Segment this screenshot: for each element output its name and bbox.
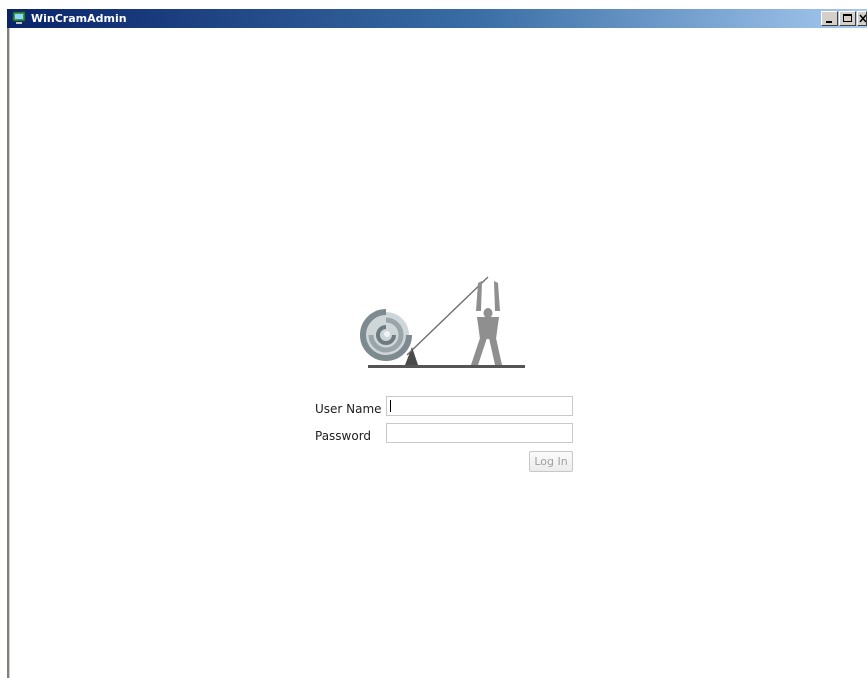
username-label: User Name [315, 402, 382, 416]
minimize-icon [826, 21, 832, 23]
password-field[interactable] [386, 423, 573, 443]
close-icon [859, 14, 866, 23]
lever-figure-logo [360, 276, 525, 368]
app-window: WinCramAdmin User Name Password Log In [0, 9, 867, 678]
password-label: Password [315, 429, 372, 443]
text-caret [390, 400, 391, 412]
title-bar[interactable]: WinCramAdmin [7, 9, 867, 28]
log-in-button[interactable]: Log In [529, 451, 573, 472]
window-left-border-highlight [9, 28, 10, 678]
maximize-button[interactable] [839, 11, 856, 26]
window-controls [821, 11, 867, 26]
close-button[interactable] [857, 11, 867, 26]
minimize-button[interactable] [821, 11, 838, 26]
maximize-icon [843, 14, 852, 22]
window-title: WinCramAdmin [31, 12, 127, 25]
app-icon [12, 11, 26, 24]
username-field[interactable] [386, 396, 573, 416]
